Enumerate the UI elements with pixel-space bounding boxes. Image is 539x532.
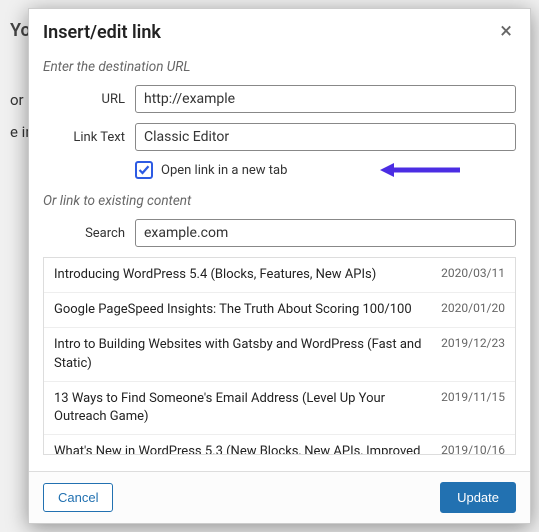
result-date: 2019/10/16 [441, 443, 505, 455]
result-title: 13 Ways to Find Someone's Email Address … [54, 390, 429, 426]
url-label: URL [43, 92, 135, 107]
insert-link-modal: Insert/edit link × Enter the destination… [28, 8, 531, 524]
result-title: What's New in WordPress 5.3 (New Blocks,… [54, 443, 429, 455]
result-title: Introducing WordPress 5.4 (Blocks, Featu… [54, 266, 429, 284]
url-input[interactable] [135, 85, 516, 113]
link-text-input[interactable] [135, 123, 516, 151]
modal-header: Insert/edit link × [29, 9, 530, 55]
result-date: 2019/12/23 [441, 336, 505, 372]
modal-body: Enter the destination URL URL Link Text … [29, 55, 530, 471]
search-results: Introducing WordPress 5.4 (Blocks, Featu… [43, 257, 516, 455]
result-item[interactable]: Introducing WordPress 5.4 (Blocks, Featu… [44, 258, 515, 293]
close-button[interactable]: × [496, 21, 516, 43]
link-text-row: Link Text [43, 123, 516, 151]
result-date: 2020/03/11 [441, 266, 505, 284]
modal-footer: Cancel Update [29, 471, 530, 523]
destination-hint: Enter the destination URL [43, 59, 516, 75]
result-date: 2020/01/20 [441, 301, 505, 319]
check-icon [138, 164, 150, 176]
existing-content-hint: Or link to existing content [43, 193, 516, 209]
result-item[interactable]: Intro to Building Websites with Gatsby a… [44, 328, 515, 381]
new-tab-checkbox[interactable] [135, 161, 153, 179]
result-title: Intro to Building Websites with Gatsby a… [54, 336, 429, 372]
search-input[interactable] [135, 219, 516, 247]
search-label: Search [43, 226, 135, 241]
modal-title: Insert/edit link [43, 22, 161, 43]
search-row: Search [43, 219, 516, 247]
result-date: 2019/11/15 [441, 390, 505, 426]
result-item[interactable]: Google PageSpeed Insights: The Truth Abo… [44, 293, 515, 328]
new-tab-label: Open link in a new tab [161, 163, 287, 178]
new-tab-row: Open link in a new tab [135, 161, 516, 179]
link-text-label: Link Text [43, 130, 135, 145]
result-item[interactable]: What's New in WordPress 5.3 (New Blocks,… [44, 435, 515, 455]
result-item[interactable]: 13 Ways to Find Someone's Email Address … [44, 382, 515, 435]
url-row: URL [43, 85, 516, 113]
annotation-arrow-icon [380, 161, 460, 179]
update-button[interactable]: Update [440, 482, 516, 513]
result-title: Google PageSpeed Insights: The Truth Abo… [54, 301, 429, 319]
cancel-button[interactable]: Cancel [43, 483, 113, 512]
